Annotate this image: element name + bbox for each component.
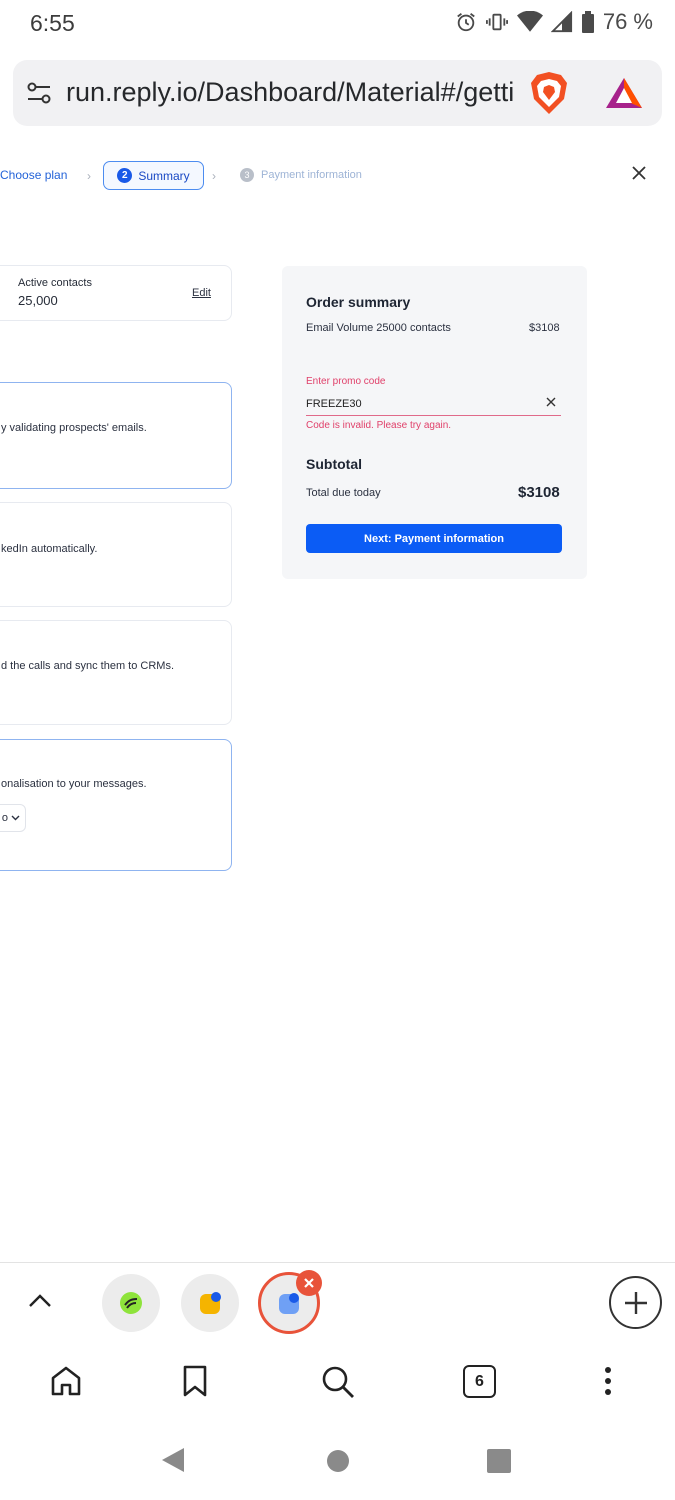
total-due-value: $3108 [518,484,560,501]
step-label: Summary [138,168,190,183]
site-settings-icon[interactable] [26,80,52,106]
favicon-icon [279,1293,299,1314]
edit-contacts-link[interactable]: Edit [192,287,211,299]
close-tab-badge[interactable] [296,1270,322,1296]
chevron-down-icon [11,815,20,821]
brave-shields-icon[interactable] [530,71,568,115]
step-summary[interactable]: 2 Summary [103,161,204,190]
chevron-right-icon: › [212,169,216,183]
new-tab-button[interactable] [609,1276,662,1329]
promo-error-message: Code is invalid. Please try again. [306,420,452,431]
tab-group-item[interactable] [102,1274,160,1332]
addon-description: d the calls and sync them to CRMs. [1,660,175,672]
order-item-label: Email Volume 25000 contacts [306,322,451,334]
brave-rewards-icon[interactable] [604,76,644,110]
next-payment-button[interactable]: Next: Payment information [306,524,562,553]
addon-description: onalisation to your messages. [1,778,147,790]
addon-description: y validating prospects' emails. [1,422,147,434]
battery-percent: 76 % [602,9,653,34]
search-icon[interactable] [320,1364,356,1400]
step-number: 2 [117,168,133,183]
alarm-icon [457,13,475,32]
status-time: 6:55 [30,10,75,36]
recents-icon[interactable] [486,1448,512,1474]
more-menu-icon[interactable] [601,1364,615,1398]
promo-code-label: Enter promo code [306,376,386,387]
step-payment: 3 Payment information [240,168,362,182]
step-number: 3 [240,168,254,182]
signal-icon [550,11,572,33]
favicon-icon [120,1292,142,1314]
tabs-count-button[interactable]: 6 [463,1365,496,1398]
step-choose-plan[interactable]: Choose plan [0,168,67,182]
back-icon[interactable] [160,1446,186,1474]
status-icons: 76 % [455,9,653,35]
wifi-icon [516,11,543,32]
battery-icon [581,11,594,33]
promo-code-input[interactable] [306,392,561,416]
clear-promo-icon[interactable] [545,396,557,408]
total-due-label: Total due today [306,487,381,499]
order-item-price: $3108 [529,322,560,334]
favicon-icon [200,1292,221,1314]
chevron-right-icon: › [87,169,91,183]
chevron-up-icon[interactable] [28,1292,52,1308]
addon-card[interactable]: y validating prospects' emails. [0,382,232,489]
close-icon [304,1278,314,1288]
addon-card[interactable]: onalisation to your messages. [0,739,232,871]
order-summary-title: Order summary [306,294,411,310]
tab-group-item[interactable] [181,1274,239,1332]
vibrate-icon [485,13,508,31]
url-text[interactable]: run.reply.io/Dashboard/Material#/getti [66,77,516,108]
addon-card[interactable]: kedIn automatically. [0,502,232,607]
plus-icon [624,1291,647,1314]
addon-select[interactable]: o [0,804,26,832]
subtotal-title: Subtotal [306,456,362,472]
active-contacts-value: 25,000 [18,293,58,308]
close-icon[interactable] [630,164,648,182]
bookmark-icon[interactable] [181,1364,209,1398]
home-icon[interactable] [49,1364,83,1398]
addon-select-value: o [1,812,8,824]
step-label: Payment information [261,169,362,181]
home-circle-icon[interactable] [326,1449,350,1473]
addon-card[interactable]: d the calls and sync them to CRMs. [0,620,232,725]
active-contacts-label: Active contacts [18,277,92,289]
addon-description: kedIn automatically. [1,543,98,555]
